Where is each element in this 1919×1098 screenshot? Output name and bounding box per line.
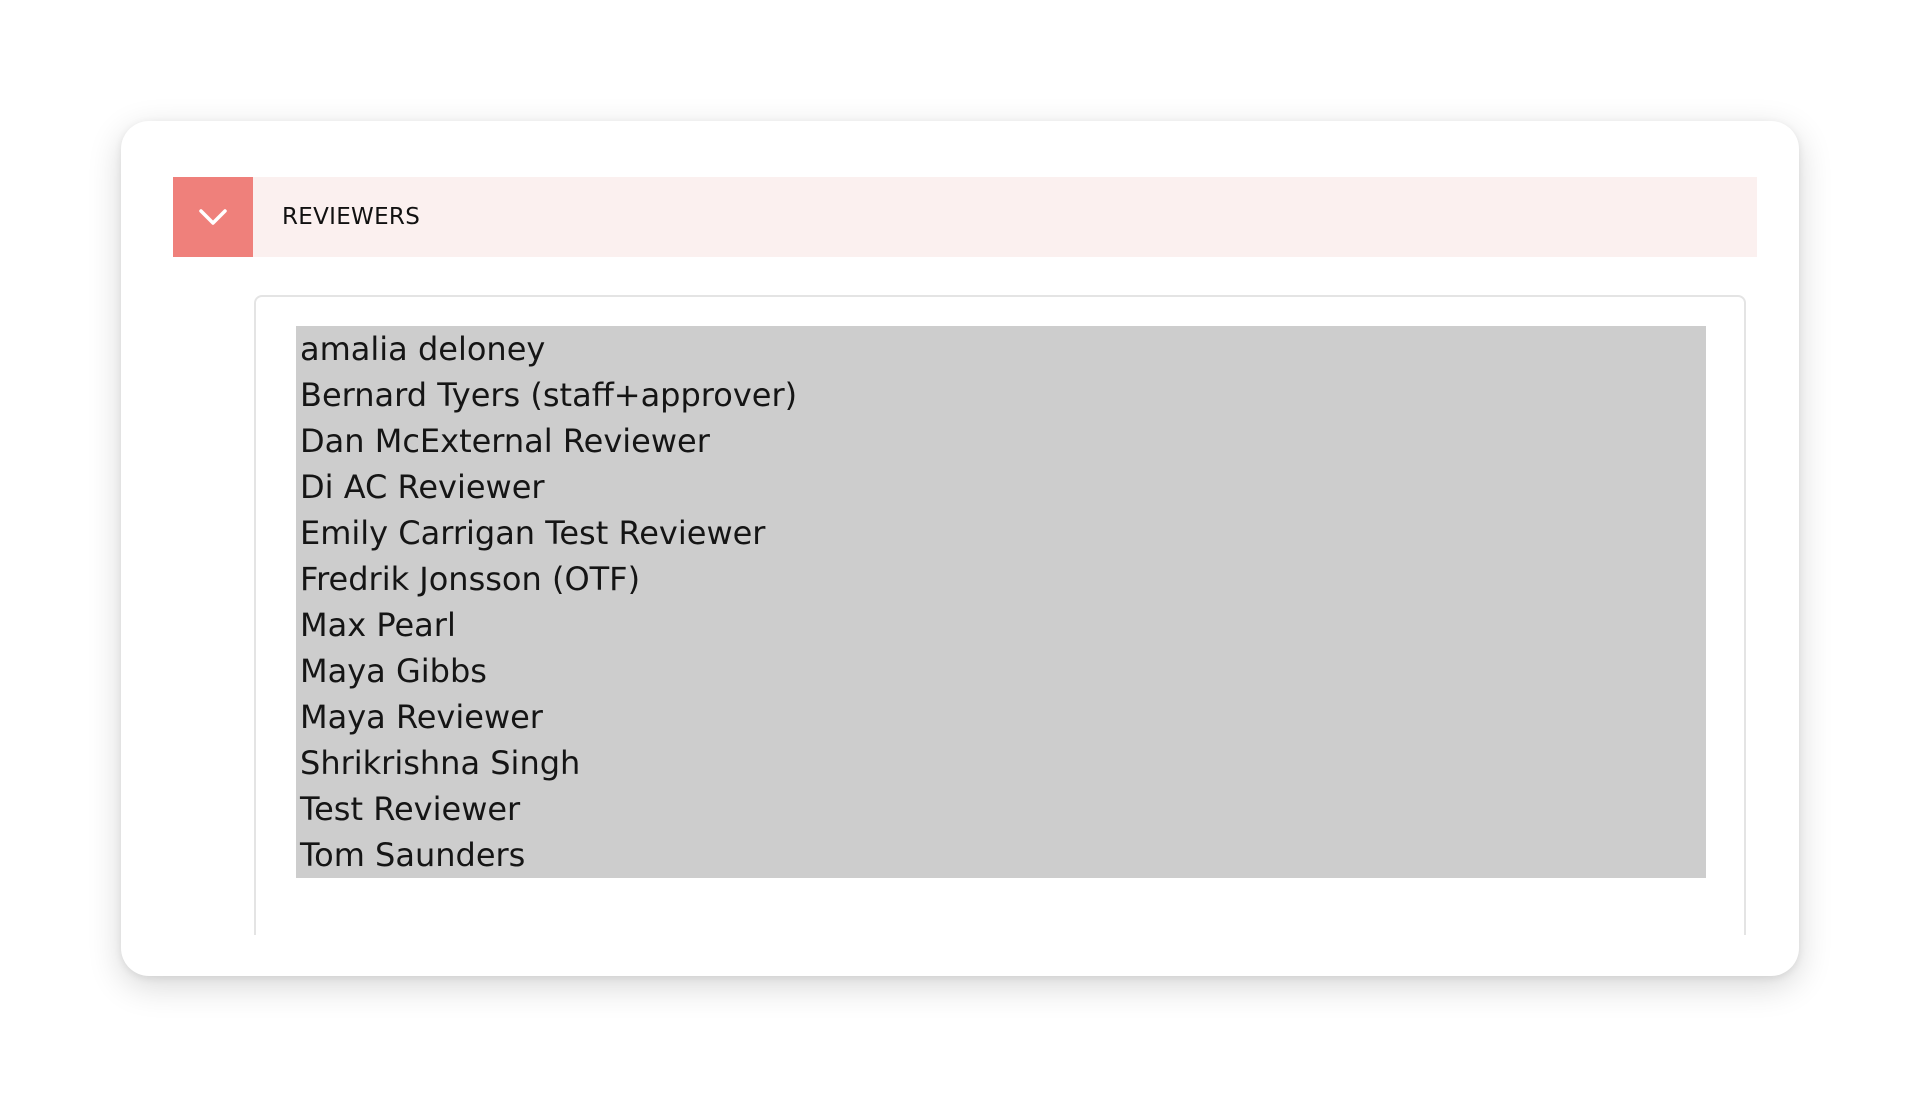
reviewers-card: REVIEWERS amalia deloney Bernard Tyers (… — [121, 121, 1799, 976]
reviewer-option[interactable]: Maya Gibbs — [300, 648, 1706, 694]
section-title: REVIEWERS — [282, 204, 421, 230]
reviewers-list-frame: amalia deloney Bernard Tyers (staff+appr… — [254, 295, 1746, 935]
reviewers-multiselect[interactable]: amalia deloney Bernard Tyers (staff+appr… — [296, 326, 1706, 878]
reviewer-option[interactable]: Emily Carrigan Test Reviewer — [300, 510, 1706, 556]
chevron-down-icon — [199, 209, 227, 225]
reviewers-section-header[interactable]: REVIEWERS — [173, 177, 1757, 257]
reviewer-option[interactable]: Di AC Reviewer — [300, 464, 1706, 510]
reviewer-option[interactable]: Max Pearl — [300, 602, 1706, 648]
reviewer-option[interactable]: Tom Saunders — [300, 832, 1706, 878]
reviewer-option[interactable]: Maya Reviewer — [300, 694, 1706, 740]
reviewer-option[interactable]: amalia deloney — [300, 326, 1706, 372]
reviewer-option[interactable]: Dan McExternal Reviewer — [300, 418, 1706, 464]
reviewer-option[interactable]: Fredrik Jonsson (OTF) — [300, 556, 1706, 602]
reviewer-option[interactable]: Shrikrishna Singh — [300, 740, 1706, 786]
reviewer-option[interactable]: Bernard Tyers (staff+approver) — [300, 372, 1706, 418]
reviewer-option[interactable]: Test Reviewer — [300, 786, 1706, 832]
collapse-toggle-button[interactable] — [173, 177, 253, 257]
